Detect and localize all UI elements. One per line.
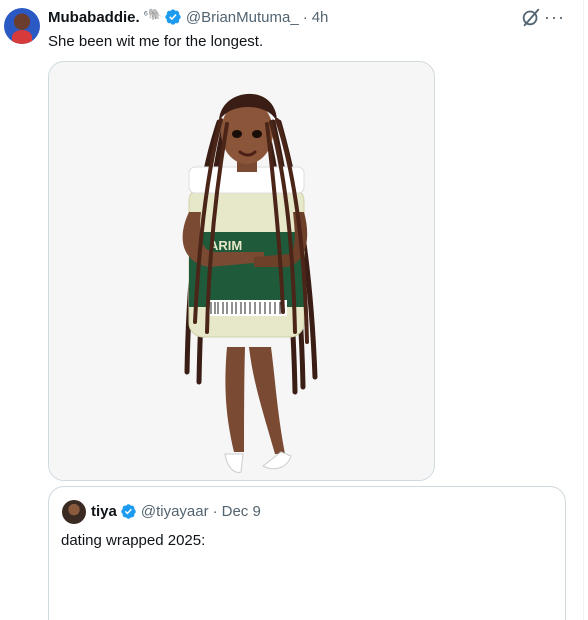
timeline-border xyxy=(583,0,584,620)
tweet-timestamp[interactable]: 4h xyxy=(312,9,329,26)
separator-dot: · xyxy=(302,8,308,26)
author-name-emoji: ⁶🐘 xyxy=(143,8,162,21)
quoted-tweet-text: dating wrapped 2025: xyxy=(61,532,206,549)
quoted-separator-dot: · xyxy=(212,502,218,520)
more-options-icon[interactable]: ··· xyxy=(544,8,565,26)
illustration: ARIM xyxy=(49,62,434,480)
tweet-header: Mubabaddie. ⁶🐘 @BrianMutuma_ · 4h xyxy=(48,6,328,28)
quoted-tweet-date[interactable]: Dec 9 xyxy=(222,503,261,520)
verified-badge-icon[interactable] xyxy=(164,8,182,26)
tweet-text: She been wit me for the longest. xyxy=(48,33,264,50)
quoted-author-display-name[interactable]: tiya xyxy=(91,503,117,520)
quoted-verified-badge-icon xyxy=(120,503,137,520)
quoted-tweet-header: tiya @tiyayaar · Dec 9 xyxy=(91,501,261,521)
tweet-media-image[interactable]: ARIM xyxy=(48,61,435,481)
grok-icon[interactable] xyxy=(520,6,542,28)
author-display-name[interactable]: Mubabaddie. xyxy=(48,9,140,26)
quoted-author-avatar[interactable] xyxy=(62,500,86,524)
author-avatar[interactable] xyxy=(4,8,40,44)
quoted-tweet[interactable]: tiya @tiyayaar · Dec 9 dating wrapped 20… xyxy=(48,486,566,620)
quoted-author-handle[interactable]: @tiyayaar xyxy=(141,503,209,520)
author-handle[interactable]: @BrianMutuma_ xyxy=(186,9,299,26)
